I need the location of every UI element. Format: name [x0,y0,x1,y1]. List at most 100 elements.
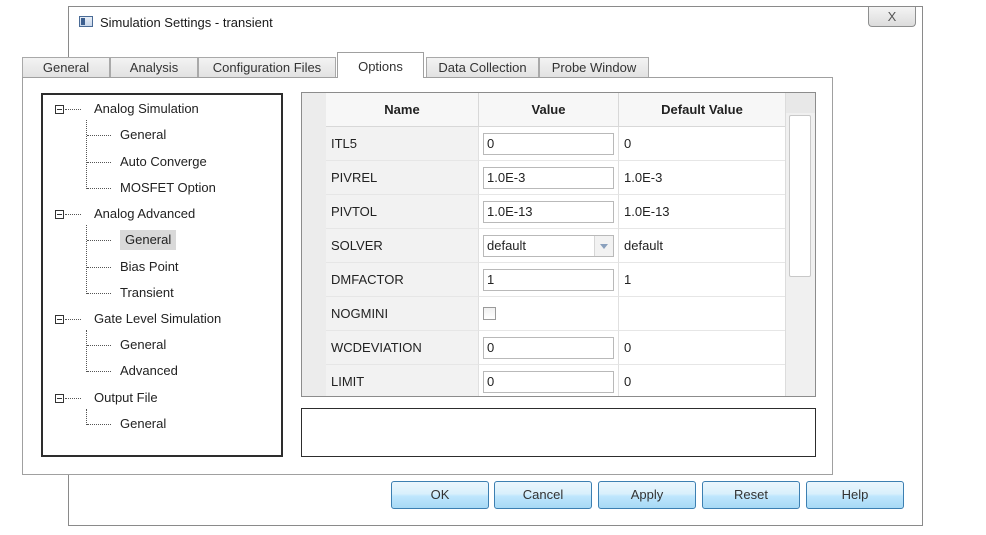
property-default-cell: 1.0E-3 [619,161,786,195]
table-row: PIVTOL 1.0E-13 1.0E-13 [326,195,786,229]
property-value-input[interactable]: 1.0E-13 [483,201,614,223]
apply-button[interactable]: Apply [598,481,696,509]
property-default-cell: 0 [619,127,786,161]
tree-connector [87,345,111,347]
tree-connector [65,214,81,216]
tree-connector [65,398,81,400]
tab-label: Probe Window [551,60,637,75]
table-row: SOLVER default default [326,229,786,263]
column-header-default-value[interactable]: Default Value [619,93,786,127]
table-row: ITL5 0 0 [326,127,786,161]
solver-select[interactable]: default [483,235,614,257]
tree-connector [65,109,81,111]
collapse-icon[interactable] [55,105,64,114]
tree-group-label: Output File [94,390,158,405]
tree-item-gate-advanced[interactable]: Advanced [43,361,281,381]
tree-item-auto-converge[interactable]: Auto Converge [43,152,281,172]
property-name-cell: WCDEVIATION [326,331,479,365]
property-default-cell: 1 [619,263,786,297]
tree-connector [87,135,111,137]
collapse-icon[interactable] [55,394,64,403]
tree-item-label-selected: General [120,230,177,250]
tree-item-label: General [120,127,167,142]
tree-connector [87,162,111,164]
title-bar: Simulation Settings - transient X [69,7,922,37]
tree-group-output-file[interactable]: Output File [43,388,281,408]
property-value-cell: 1.0E-3 [479,161,619,195]
options-property-grid[interactable]: Name Value Default Value ITL5 0 0 PIVREL 1.0… [301,92,816,397]
tree-group-gate-level-simulation[interactable]: Gate Level Simulation [43,309,281,329]
collapse-icon[interactable] [55,315,64,324]
tree-item-gate-general[interactable]: General [43,335,281,355]
tree-item-label: Transient [120,285,174,300]
property-value-input[interactable]: 0 [483,133,614,155]
tab-data-collection[interactable]: Data Collection [426,57,539,77]
table-row: WCDEVIATION 0 0 [326,331,786,365]
chevron-down-icon[interactable] [594,236,613,256]
table-row: DMFACTOR 1 1 [326,263,786,297]
tree-item-label: General [120,337,167,352]
reset-button[interactable]: Reset [702,481,800,509]
tree-item-label: MOSFET Option [120,180,216,195]
options-tree[interactable]: Analog Simulation General Auto Converge … [41,93,283,457]
grid-header: Name Value Default Value [326,93,786,127]
tab-label: Configuration Files [212,60,322,75]
row-header-gutter [302,93,327,396]
close-icon: X [887,9,897,24]
collapse-icon[interactable] [55,210,64,219]
tab-analysis[interactable]: Analysis [110,57,198,77]
tree-group-label: Analog Simulation [94,101,199,116]
property-default-cell: default [619,229,786,263]
tree-group-analog-simulation[interactable]: Analog Simulation [43,99,281,119]
help-button[interactable]: Help [806,481,904,509]
property-value-input[interactable]: 1.0E-3 [483,167,614,189]
tree-group-label: Analog Advanced [94,206,196,221]
tree-item-bias-point[interactable]: Bias Point [43,257,281,277]
table-row: PIVREL 1.0E-3 1.0E-3 [326,161,786,195]
scrollbar-thumb[interactable] [789,115,811,277]
property-value-cell: 1.0E-13 [479,195,619,229]
tab-general[interactable]: General [22,57,110,77]
property-value-cell: 0 [479,127,619,161]
tree-item-transient[interactable]: Transient [43,283,281,303]
tree-group-label: Gate Level Simulation [94,311,222,326]
tree-item-label: Bias Point [120,259,179,274]
tab-label: Analysis [129,60,179,75]
tab-options[interactable]: Options [337,52,424,78]
property-name-cell: LIMIT [326,365,479,396]
tab-label: General [42,60,90,75]
ok-button[interactable]: OK [391,481,489,509]
tree-item-analog-general[interactable]: General [43,125,281,145]
tab-configuration-files[interactable]: Configuration Files [198,57,336,77]
tab-label: Options [358,59,403,74]
property-default-cell: 0 [619,365,786,396]
property-default-cell: 1.0E-13 [619,195,786,229]
cancel-button[interactable]: Cancel [494,481,592,509]
property-name-cell: PIVTOL [326,195,479,229]
tree-item-advanced-general[interactable]: General [43,230,281,250]
property-value-cell [479,297,619,331]
property-name-cell: PIVREL [326,161,479,195]
property-value-cell: 0 [479,365,619,396]
description-panel [301,408,816,457]
property-value-input[interactable]: 1 [483,269,614,291]
column-header-name[interactable]: Name [326,93,479,127]
tree-item-mosfet-option[interactable]: MOSFET Option [43,178,281,198]
tree-group-analog-advanced[interactable]: Analog Advanced [43,204,281,224]
tab-probe-window[interactable]: Probe Window [539,57,649,77]
nogmini-checkbox[interactable] [483,307,496,320]
tree-connector [87,293,111,295]
close-button[interactable]: X [868,7,916,27]
solver-select-value: default [487,238,527,253]
tree-item-output-general[interactable]: General [43,414,281,434]
tree-connector [87,240,111,242]
property-default-cell [619,297,786,331]
vertical-scrollbar[interactable] [785,93,815,396]
property-value-input[interactable]: 0 [483,337,614,359]
column-header-value[interactable]: Value [479,93,619,127]
scrollbar-track-top[interactable] [786,93,815,113]
tree-connector [87,267,111,269]
property-default-cell: 0 [619,331,786,365]
property-value-input[interactable]: 0 [483,371,614,393]
property-value-cell: 1 [479,263,619,297]
